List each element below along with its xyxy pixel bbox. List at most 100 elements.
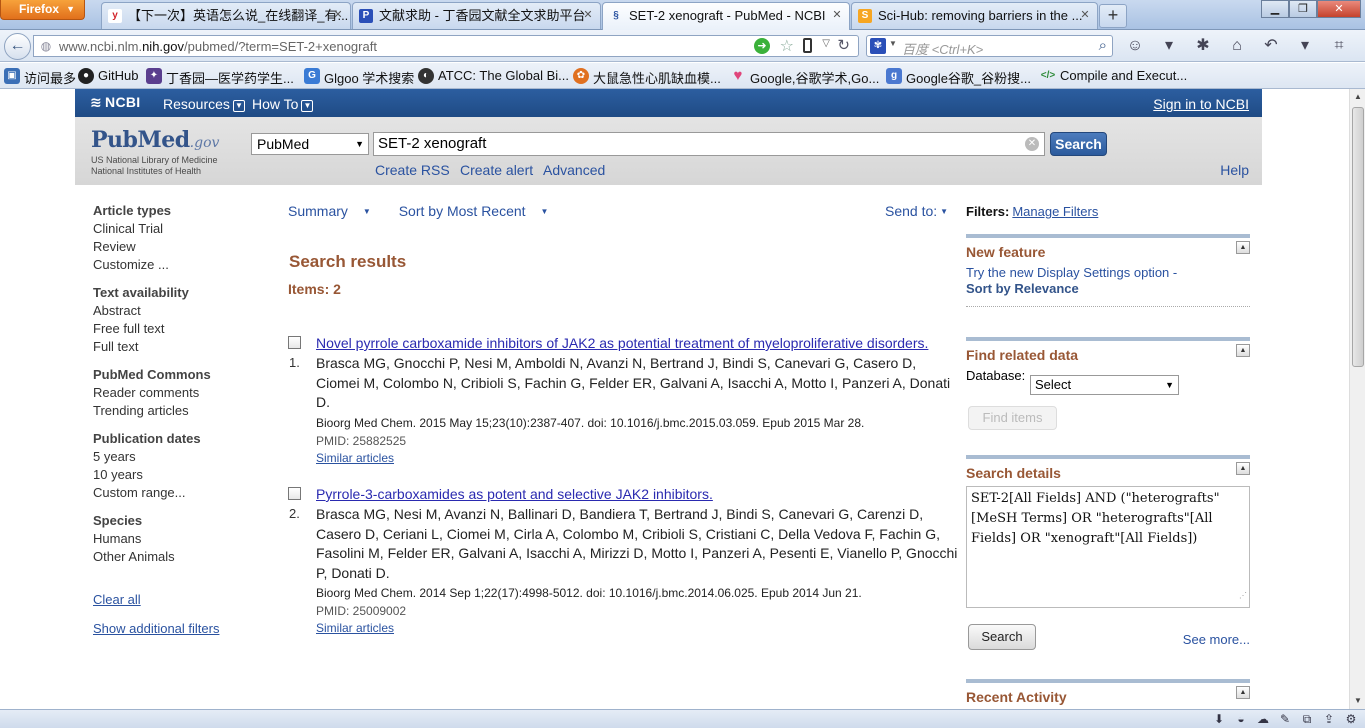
- scroll-down-icon[interactable]: ▼: [1350, 693, 1365, 709]
- advanced-link[interactable]: Advanced: [543, 162, 605, 178]
- close-icon[interactable]: ✕: [830, 9, 844, 23]
- resources-menu[interactable]: Resources ▼: [163, 96, 245, 112]
- related-database-select[interactable]: Select ▼: [1030, 375, 1179, 395]
- see-more-link[interactable]: See more...: [1183, 632, 1250, 647]
- result-checkbox[interactable]: [288, 487, 301, 500]
- url-bar[interactable]: ◍ www.ncbi.nlm.nih.gov/pubmed/?term=SET-…: [33, 35, 859, 57]
- filter-option[interactable]: Other Animals: [93, 548, 273, 566]
- database-select[interactable]: PubMed ▼: [251, 133, 369, 155]
- search-icon[interactable]: ⌕: [1099, 37, 1107, 54]
- show-additional-filters-link[interactable]: Show additional filters: [93, 621, 219, 636]
- bookmark-google-scholar[interactable]: ♥ Google,谷歌学术,Go...: [730, 68, 880, 87]
- manage-filters-link[interactable]: Manage Filters: [1012, 204, 1098, 219]
- scroll-up-icon[interactable]: ▲: [1350, 89, 1365, 105]
- tab-3-active[interactable]: § SET-2 xenograft - PubMed - NCBI ✕: [602, 2, 850, 30]
- create-rss-link[interactable]: Create RSS: [375, 162, 450, 178]
- create-alert-link[interactable]: Create alert: [460, 162, 533, 178]
- filter-option[interactable]: Humans: [93, 530, 273, 548]
- filter-option[interactable]: Customize ...: [93, 256, 273, 274]
- filter-option[interactable]: Review: [93, 238, 273, 256]
- close-window-icon[interactable]: ✕: [1317, 0, 1361, 18]
- ncbi-logo[interactable]: ≋ NCBI: [90, 94, 140, 111]
- close-icon[interactable]: ✕: [331, 9, 345, 23]
- clear-icon[interactable]: ✕: [1025, 137, 1039, 151]
- filter-option[interactable]: Clinical Trial: [93, 220, 273, 238]
- bookmark-rat-model[interactable]: ✿ 大鼠急性心肌缺血模...: [573, 68, 721, 87]
- clear-all-link[interactable]: Clear all: [93, 592, 141, 607]
- download-icon[interactable]: ⬇: [1211, 711, 1227, 727]
- search-button[interactable]: Search: [1050, 132, 1107, 156]
- mobile-device-icon[interactable]: [803, 38, 812, 53]
- tab-1[interactable]: y 【下一次】英语怎么说_在线翻译_有... ✕: [101, 2, 351, 29]
- new-tab-button[interactable]: +: [1099, 4, 1127, 28]
- history-back-icon[interactable]: ↶: [1256, 33, 1286, 59]
- collapse-icon[interactable]: ▲: [1236, 241, 1250, 254]
- result-title-link[interactable]: Novel pyrrole carboxamide inhibitors of …: [316, 334, 961, 352]
- addon-icon[interactable]: ☺: [1120, 33, 1150, 59]
- settings-icon[interactable]: ⚙: [1343, 711, 1359, 727]
- share-icon[interactable]: ⇪: [1321, 711, 1337, 727]
- details-search-button[interactable]: Search: [968, 624, 1036, 650]
- go-icon[interactable]: ➜: [754, 38, 770, 54]
- collapse-icon[interactable]: ▲: [1236, 344, 1250, 357]
- bookmark-github[interactable]: ● GitHub: [78, 68, 138, 84]
- cloud-icon[interactable]: ☁: [1255, 711, 1271, 727]
- reload-icon[interactable]: ↻: [837, 36, 850, 54]
- similar-articles-link[interactable]: Similar articles: [316, 620, 961, 636]
- display-settings-link[interactable]: Try the new Display Settings option - So…: [966, 265, 1250, 307]
- menu-dropdown-icon[interactable]: ▾: [1154, 33, 1184, 59]
- bookmark-star-icon[interactable]: ☆: [780, 36, 794, 56]
- close-icon[interactable]: ✕: [1078, 9, 1092, 23]
- history-dropdown-icon[interactable]: ▾: [1290, 33, 1320, 59]
- window-icon[interactable]: ⧉: [1299, 711, 1315, 727]
- collapse-icon[interactable]: ▲: [1236, 462, 1250, 475]
- firefox-menu-button[interactable]: Firefox ▼: [0, 0, 85, 20]
- tab-4[interactable]: S Sci-Hub: removing barriers in the ... …: [851, 2, 1098, 29]
- collapse-icon[interactable]: ▲: [1236, 686, 1250, 699]
- filter-option[interactable]: Abstract: [93, 302, 273, 320]
- help-link[interactable]: Help: [1220, 162, 1249, 178]
- resize-grip-icon[interactable]: ⋰: [1239, 586, 1247, 606]
- url-dropdown-icon[interactable]: ▽: [822, 38, 830, 49]
- crop-icon[interactable]: ⌗: [1324, 33, 1354, 59]
- bookmark-dxy[interactable]: ✦ 丁香园—医学药学生...: [146, 68, 294, 87]
- restore-icon[interactable]: ❐: [1289, 0, 1317, 18]
- bookmarks-icon[interactable]: ✱: [1188, 33, 1218, 59]
- pubmed-logo[interactable]: PubMed.gov US National Library of Medici…: [91, 127, 219, 177]
- sort-dropdown[interactable]: Sort by Most Recent ▼: [399, 203, 561, 219]
- bookmark-most-visited[interactable]: ▣ 访问最多: [4, 68, 76, 87]
- home-icon[interactable]: ⌂: [1222, 33, 1252, 59]
- back-button[interactable]: ←: [4, 33, 31, 60]
- baidu-icon[interactable]: ✾: [870, 38, 886, 54]
- url-text[interactable]: www.ncbi.nlm.nih.gov/pubmed/?term=SET-2+…: [59, 39, 377, 54]
- filter-option[interactable]: 5 years: [93, 448, 273, 466]
- chevron-down-icon[interactable]: ▼: [889, 39, 897, 48]
- bookmark-atcc[interactable]: ◐ ATCC: The Global Bi...: [418, 68, 569, 84]
- search-bar[interactable]: ✾ ▼ 百度 <Ctrl+K> ⌕: [866, 35, 1113, 57]
- filter-option[interactable]: 10 years: [93, 466, 273, 484]
- minimize-icon[interactable]: ▁: [1261, 0, 1289, 18]
- query-translation-textarea[interactable]: SET-2[All Fields] AND ("heterografts"[Me…: [966, 486, 1250, 608]
- mask-icon[interactable]: ◒: [1233, 711, 1249, 727]
- filter-option[interactable]: Trending articles: [93, 402, 273, 420]
- result-title-link[interactable]: Pyrrole-3-carboxamides as potent and sel…: [316, 485, 961, 503]
- send-to-dropdown[interactable]: Send to: ▼: [885, 203, 948, 219]
- howto-menu[interactable]: How To ▼: [252, 96, 314, 112]
- similar-articles-link[interactable]: Similar articles: [316, 450, 961, 466]
- filter-option[interactable]: Custom range...: [93, 484, 273, 502]
- scroll-thumb[interactable]: [1352, 107, 1364, 367]
- filter-option[interactable]: Free full text: [93, 320, 273, 338]
- find-items-button[interactable]: Find items: [968, 406, 1057, 430]
- more-icon[interactable]: »: [1358, 33, 1365, 59]
- sign-in-link[interactable]: Sign in to NCBI: [1153, 96, 1249, 112]
- bookmark-glgoo[interactable]: G Glgoo 学术搜索: [304, 68, 414, 87]
- tab-2[interactable]: P 文献求助 - 丁香园文献全文求助平台 ✕: [352, 2, 601, 29]
- format-dropdown[interactable]: Summary ▼: [288, 203, 383, 219]
- result-checkbox[interactable]: [288, 336, 301, 349]
- close-icon[interactable]: ✕: [581, 9, 595, 23]
- vertical-scrollbar[interactable]: ▲ ▼: [1349, 89, 1365, 709]
- filter-option[interactable]: Reader comments: [93, 384, 273, 402]
- search-term-input[interactable]: SET-2 xenograft ✕: [373, 132, 1045, 156]
- filter-option[interactable]: Full text: [93, 338, 273, 356]
- bookmark-google-gufen[interactable]: g Google谷歌_谷粉搜...: [886, 68, 1031, 87]
